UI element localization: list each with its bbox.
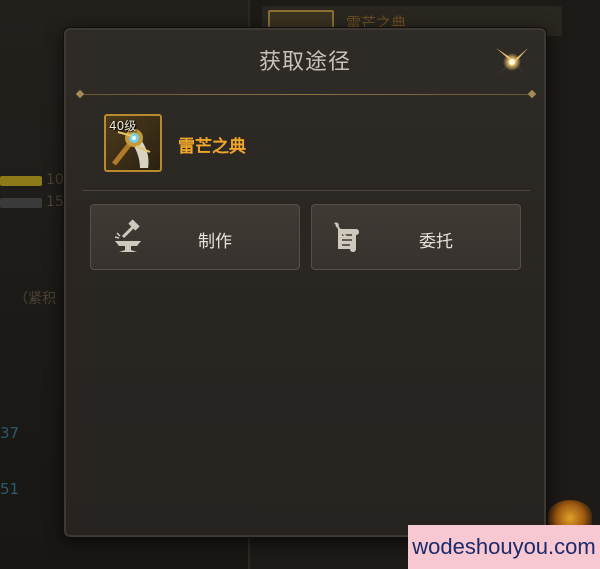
background-stat-value: 10 (46, 172, 64, 188)
commission-label: 委托 (419, 232, 453, 252)
close-button[interactable] (492, 42, 532, 82)
background-stat-bar (0, 176, 42, 186)
background-stat-value: 15 (46, 194, 64, 210)
item-level-tag: 40级 (109, 119, 137, 133)
background-number: 37 (0, 424, 20, 442)
close-icon (496, 48, 528, 76)
craft-label: 制作 (198, 232, 232, 252)
title-divider (75, 89, 537, 99)
item-slot[interactable]: 40级 (104, 114, 162, 172)
dialog-title: 获取途径 (258, 50, 351, 75)
site-watermark: wodeshouyou.com (408, 525, 600, 569)
commission-button[interactable]: 委托 (311, 204, 521, 270)
background-note: （紧积 (14, 291, 56, 307)
background-stat-bar (0, 198, 42, 208)
item-name: 雷芒之典 (178, 137, 246, 157)
craft-button[interactable]: 制作 (90, 204, 300, 270)
section-divider (82, 190, 530, 191)
acquire-path-dialog: 获取途径 40级 雷芒之典 制作 委托 (64, 28, 546, 537)
background-number: 51 (0, 480, 20, 498)
